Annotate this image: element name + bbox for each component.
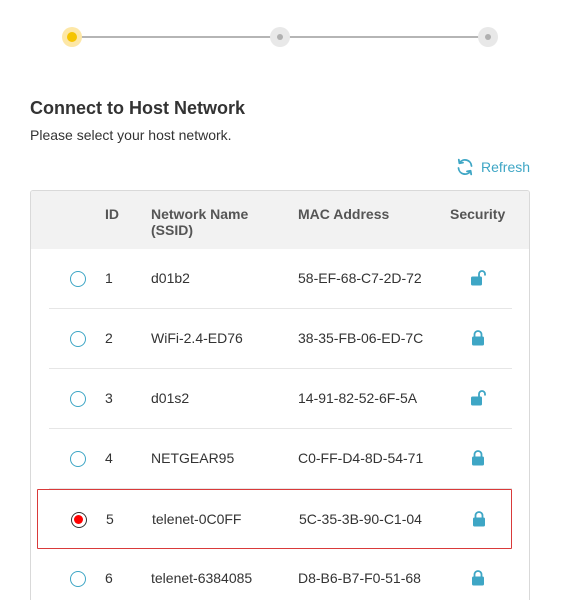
row-id: 4 [105, 450, 113, 466]
row-mac: D8-B6-B7-F0-51-68 [298, 570, 421, 586]
table-header: ID Network Name (SSID) MAC Address Secur… [31, 191, 529, 249]
row-id: 1 [105, 270, 113, 286]
row-ssid: d01b2 [151, 270, 190, 286]
row-ssid: d01s2 [151, 390, 190, 406]
row-id: 5 [106, 511, 114, 527]
column-header-ssid: Network Name (SSID) [151, 206, 249, 238]
row-ssid: WiFi-2.4-ED76 [151, 330, 243, 346]
step-2-indicator [270, 27, 290, 47]
column-header-mac: MAC Address [298, 206, 390, 222]
row-mac: 14-91-82-52-6F-5A [298, 390, 418, 406]
step-3-indicator [478, 27, 498, 47]
table-row[interactable]: 2 WiFi-2.4-ED76 38-35-FB-06-ED-7C [49, 309, 512, 369]
table-row[interactable]: 4 NETGEAR95 C0-FF-D4-8D-54-71 [49, 429, 512, 489]
table-row[interactable]: 6 telenet-6384085 D8-B6-B7-F0-51-68 [49, 549, 512, 600]
row-mac: 58-EF-68-C7-2D-72 [298, 270, 422, 286]
lock-icon [472, 450, 484, 466]
page-title: Connect to Host Network [30, 98, 246, 118]
table-row[interactable]: 1 d01b2 58-EF-68-C7-2D-72 [49, 249, 512, 309]
column-header-security: Security [450, 206, 506, 222]
lock-icon [473, 511, 485, 527]
network-radio-checked[interactable] [71, 512, 87, 528]
row-mac: 5C-35-3B-90-C1-04 [299, 511, 422, 527]
unlocked-icon [471, 390, 486, 406]
column-header-id: ID [105, 206, 119, 222]
table-row-selected[interactable]: 5 telenet-0C0FF 5C-35-3B-90-C1-04 [37, 489, 512, 549]
lock-icon [472, 570, 484, 586]
network-radio[interactable] [70, 571, 86, 587]
refresh-label: Refresh [481, 159, 531, 175]
network-radio[interactable] [70, 391, 86, 407]
row-mac: C0-FF-D4-8D-54-71 [298, 450, 424, 466]
progress-stepper [62, 27, 498, 47]
stepper-connector [72, 36, 280, 38]
step-1-indicator [62, 27, 82, 47]
stepper-connector [280, 36, 488, 38]
lock-icon [472, 330, 484, 346]
table-row[interactable]: 3 d01s2 14-91-82-52-6F-5A [49, 369, 512, 429]
unlocked-icon [471, 270, 486, 286]
network-radio[interactable] [70, 271, 86, 287]
refresh-button[interactable]: Refresh [455, 157, 530, 177]
row-mac: 38-35-FB-06-ED-7C [298, 330, 424, 346]
network-radio[interactable] [70, 451, 86, 467]
row-id: 3 [105, 390, 113, 406]
row-id: 6 [105, 570, 113, 586]
page-subtitle: Please select your host network. [30, 127, 232, 143]
host-network-table: ID Network Name (SSID) MAC Address Secur… [30, 190, 530, 600]
row-ssid: telenet-6384085 [151, 570, 253, 586]
row-ssid: telenet-0C0FF [152, 511, 242, 527]
refresh-icon [457, 158, 473, 176]
row-ssid: NETGEAR95 [151, 450, 235, 466]
row-id: 2 [105, 330, 113, 346]
network-radio[interactable] [70, 331, 86, 347]
